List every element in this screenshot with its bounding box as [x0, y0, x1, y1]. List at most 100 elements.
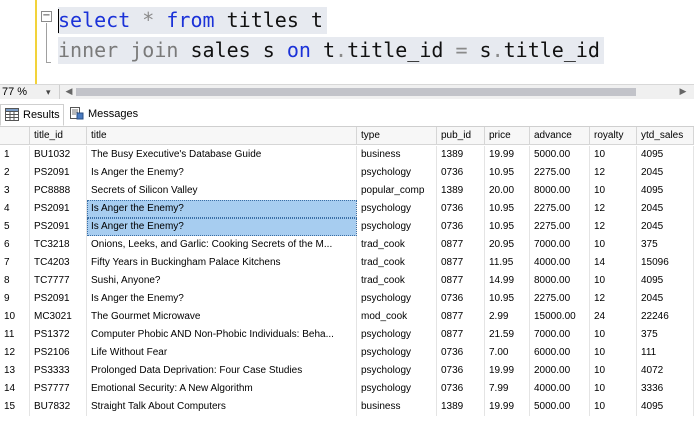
cell-title[interactable]: Fifty Years in Buckingham Palace Kitchen…: [87, 254, 357, 272]
cell-price[interactable]: 7.99: [485, 380, 530, 398]
table-row[interactable]: 13 PS3333 Prolonged Data Deprivation: Four…: [0, 362, 694, 380]
cell-title[interactable]: Emotional Security: A New Algorithm: [87, 380, 357, 398]
cell-title-id[interactable]: PS2091: [30, 218, 87, 236]
column-header-ytd-sales[interactable]: ytd_sales: [637, 127, 694, 145]
row-number-cell[interactable]: 1: [0, 146, 30, 164]
cell-advance[interactable]: 5000.00: [530, 146, 590, 164]
cell-price[interactable]: 10.95: [485, 290, 530, 308]
horizontal-scrollbar-thumb[interactable]: [76, 88, 636, 96]
cell-ytd-sales[interactable]: 2045: [637, 164, 694, 182]
table-row[interactable]: 6 TC3218 Onions, Leeks, and Garlic: Cookin…: [0, 236, 694, 254]
cell-ytd-sales[interactable]: 375: [637, 326, 694, 344]
cell-type[interactable]: business: [357, 146, 437, 164]
cell-title[interactable]: Computer Phobic AND Non-Phobic Individua…: [87, 326, 357, 344]
cell-ytd-sales[interactable]: 4072: [637, 362, 694, 380]
tab-messages[interactable]: Messages: [66, 104, 144, 126]
cell-advance[interactable]: 6000.00: [530, 344, 590, 362]
row-number-cell[interactable]: 8: [0, 272, 30, 290]
table-row[interactable]: 4 PS2091 Is Anger the Enemy? psychology 0736…: [0, 200, 694, 218]
cell-type[interactable]: psychology: [357, 164, 437, 182]
cell-price[interactable]: 19.99: [485, 146, 530, 164]
cell-title[interactable]: The Busy Executive's Database Guide: [87, 146, 357, 164]
cell-ytd-sales[interactable]: 4095: [637, 182, 694, 200]
cell-price[interactable]: 21.59: [485, 326, 530, 344]
cell-pub-id[interactable]: 0877: [437, 308, 485, 326]
scroll-left-icon[interactable]: ◀: [64, 85, 74, 99]
cell-royalty[interactable]: 10: [590, 272, 637, 290]
cell-title[interactable]: Life Without Fear: [87, 344, 357, 362]
code-line-2[interactable]: inner join sales s on t.title_id = s.tit…: [58, 37, 604, 64]
table-row[interactable]: 15 BU7832 Straight Talk About Computers bus…: [0, 398, 694, 416]
cell-pub-id[interactable]: 0877: [437, 326, 485, 344]
cell-pub-id[interactable]: 0736: [437, 164, 485, 182]
collapse-toggle-icon[interactable]: −: [41, 11, 52, 22]
table-row[interactable]: 2 PS2091 Is Anger the Enemy? psychology 0736…: [0, 164, 694, 182]
column-header-royalty[interactable]: royalty: [590, 127, 637, 145]
cell-royalty[interactable]: 14: [590, 254, 637, 272]
cell-pub-id[interactable]: 1389: [437, 182, 485, 200]
cell-title-id[interactable]: PS2106: [30, 344, 87, 362]
cell-price[interactable]: 10.95: [485, 164, 530, 182]
cell-title[interactable]: Is Anger the Enemy?: [87, 290, 357, 308]
column-header-title[interactable]: title: [87, 127, 357, 145]
cell-pub-id[interactable]: 0877: [437, 254, 485, 272]
cell-ytd-sales[interactable]: 4095: [637, 272, 694, 290]
cell-ytd-sales[interactable]: 15096: [637, 254, 694, 272]
column-header-pub-id[interactable]: pub_id: [437, 127, 485, 145]
column-header-price[interactable]: price: [485, 127, 530, 145]
cell-title-id[interactable]: TC4203: [30, 254, 87, 272]
cell-type[interactable]: mod_cook: [357, 308, 437, 326]
cell-advance[interactable]: 8000.00: [530, 182, 590, 200]
cell-advance[interactable]: 15000.00: [530, 308, 590, 326]
cell-pub-id[interactable]: 1389: [437, 146, 485, 164]
code-line-1[interactable]: select * from titles t: [58, 7, 327, 34]
cell-title-id[interactable]: PS3333: [30, 362, 87, 380]
cell-advance[interactable]: 7000.00: [530, 236, 590, 254]
cell-royalty[interactable]: 10: [590, 344, 637, 362]
cell-royalty[interactable]: 10: [590, 380, 637, 398]
cell-ytd-sales[interactable]: 3336: [637, 380, 694, 398]
cell-advance[interactable]: 4000.00: [530, 380, 590, 398]
cell-title[interactable]: The Gourmet Microwave: [87, 308, 357, 326]
cell-type[interactable]: psychology: [357, 344, 437, 362]
table-row[interactable]: 12 PS2106 Life Without Fear psychology 0736 7…: [0, 344, 694, 362]
cell-ytd-sales[interactable]: 4095: [637, 146, 694, 164]
cell-royalty[interactable]: 12: [590, 290, 637, 308]
cell-price[interactable]: 14.99: [485, 272, 530, 290]
cell-royalty[interactable]: 10: [590, 398, 637, 416]
cell-title[interactable]: Sushi, Anyone?: [87, 272, 357, 290]
cell-royalty[interactable]: 12: [590, 164, 637, 182]
row-number-cell[interactable]: 7: [0, 254, 30, 272]
cell-title-id[interactable]: PS2091: [30, 200, 87, 218]
cell-advance[interactable]: 2275.00: [530, 290, 590, 308]
cell-royalty[interactable]: 10: [590, 182, 637, 200]
cell-type[interactable]: trad_cook: [357, 254, 437, 272]
cell-price[interactable]: 2.99: [485, 308, 530, 326]
cell-pub-id[interactable]: 0877: [437, 272, 485, 290]
cell-ytd-sales[interactable]: 22246: [637, 308, 694, 326]
cell-title-id[interactable]: PS1372: [30, 326, 87, 344]
table-row[interactable]: 11 PS1372 Computer Phobic AND Non-Phobic I…: [0, 326, 694, 344]
cell-title[interactable]: Secrets of Silicon Valley: [87, 182, 357, 200]
cell-price[interactable]: 11.95: [485, 254, 530, 272]
cell-type[interactable]: psychology: [357, 218, 437, 236]
cell-advance[interactable]: 4000.00: [530, 254, 590, 272]
row-number-cell[interactable]: 9: [0, 290, 30, 308]
cell-title-id[interactable]: TC7777: [30, 272, 87, 290]
tab-results[interactable]: Results: [0, 104, 64, 126]
cell-pub-id[interactable]: 0736: [437, 218, 485, 236]
cell-advance[interactable]: 8000.00: [530, 272, 590, 290]
cell-pub-id[interactable]: 0736: [437, 344, 485, 362]
cell-price[interactable]: 19.99: [485, 362, 530, 380]
column-header-type[interactable]: type: [357, 127, 437, 145]
cell-title-id[interactable]: PS2091: [30, 290, 87, 308]
cell-royalty[interactable]: 12: [590, 200, 637, 218]
cell-type[interactable]: trad_cook: [357, 236, 437, 254]
cell-pub-id[interactable]: 0736: [437, 380, 485, 398]
column-header-title-id[interactable]: title_id: [30, 127, 87, 145]
row-number-cell[interactable]: 10: [0, 308, 30, 326]
cell-price[interactable]: 10.95: [485, 218, 530, 236]
table-row[interactable]: 5 PS2091 Is Anger the Enemy? psychology 0736…: [0, 218, 694, 236]
cell-royalty[interactable]: 10: [590, 146, 637, 164]
row-number-header[interactable]: [0, 127, 30, 145]
